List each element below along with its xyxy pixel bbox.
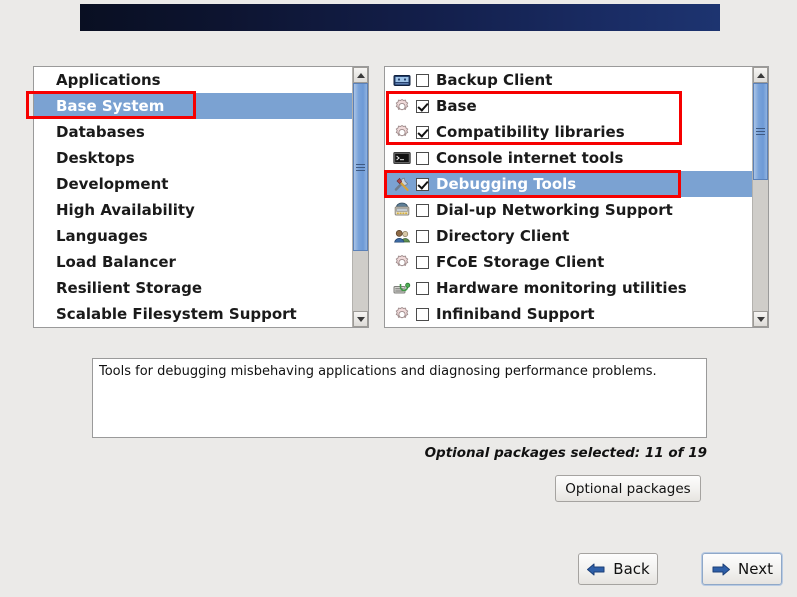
- package-list-item-label: Backup Client: [436, 71, 553, 89]
- terminal-icon: [393, 150, 411, 167]
- package-list-item[interactable]: Backup Client: [385, 67, 752, 93]
- scroll-up-arrow-icon[interactable]: [353, 67, 368, 83]
- package-list-item-label: Infiniband Support: [436, 305, 595, 323]
- package-environment-list[interactable]: Backup Client Base Compatibility librari…: [385, 67, 752, 327]
- optional-packages-count: Optional packages selected: 11 of 19: [424, 445, 707, 461]
- group-scroll-track[interactable]: [353, 83, 368, 311]
- group-list-item-label: Databases: [56, 123, 145, 141]
- package-list-item-label: Hardware monitoring utilities: [436, 279, 687, 297]
- group-list-item-label: Resilient Storage: [56, 279, 203, 297]
- gear-icon: [393, 306, 411, 323]
- package-list-scrollbar[interactable]: [752, 67, 768, 327]
- package-group-list-panel: Applications Base System Databases Desktops…: [33, 66, 369, 328]
- package-checkbox[interactable]: [416, 177, 429, 191]
- scroll-down-arrow-icon[interactable]: [753, 311, 768, 327]
- group-list-item[interactable]: Desktops: [34, 145, 352, 171]
- package-list-item[interactable]: Directory Client: [385, 223, 752, 249]
- package-scroll-track[interactable]: [753, 83, 768, 311]
- group-list-item-label: Development: [56, 175, 169, 193]
- package-list-item-label: Compatibility libraries: [436, 123, 625, 141]
- package-list-item-label: Directory Client: [436, 227, 570, 245]
- package-checkbox[interactable]: [416, 99, 429, 113]
- stethoscope-server-icon: [393, 280, 411, 297]
- package-checkbox[interactable]: [416, 203, 429, 217]
- gear-icon: [393, 98, 411, 115]
- package-description-box: Tools for debugging misbehaving applicat…: [92, 358, 707, 438]
- package-checkbox[interactable]: [416, 125, 429, 139]
- package-checkbox[interactable]: [416, 229, 429, 243]
- package-list-item-label: Dial-up Networking Support: [436, 201, 673, 219]
- package-checkbox[interactable]: [416, 151, 429, 165]
- group-list-item[interactable]: Development: [34, 171, 352, 197]
- group-list-item[interactable]: Languages: [34, 223, 352, 249]
- group-list-item[interactable]: High Availability: [34, 197, 352, 223]
- users-icon: [393, 228, 411, 245]
- group-list-item[interactable]: Applications: [34, 67, 352, 93]
- package-list-item[interactable]: Debugging Tools: [385, 171, 752, 197]
- back-button-label: Back: [613, 560, 650, 578]
- group-list-item[interactable]: Load Balancer: [34, 249, 352, 275]
- package-description-text: Tools for debugging misbehaving applicat…: [99, 364, 657, 379]
- package-list-item[interactable]: Dial-up Networking Support: [385, 197, 752, 223]
- group-list-item[interactable]: Databases: [34, 119, 352, 145]
- group-list-item-label: Scalable Filesystem Support: [56, 305, 297, 323]
- package-list-item[interactable]: Hardware monitoring utilities: [385, 275, 752, 301]
- package-list-item[interactable]: Compatibility libraries: [385, 119, 752, 145]
- next-button-label: Next: [738, 560, 773, 578]
- arrow-right-icon: [712, 563, 731, 575]
- group-list-scrollbar[interactable]: [352, 67, 368, 327]
- group-list-item-label: Applications: [56, 71, 161, 89]
- group-list-item-label: Languages: [56, 227, 148, 245]
- group-list-item-label: Base System: [56, 97, 165, 115]
- scroll-grip-icon: [756, 126, 765, 137]
- package-scroll-thumb[interactable]: [753, 83, 768, 180]
- package-checkbox[interactable]: [416, 281, 429, 295]
- group-list-item[interactable]: Scalable Filesystem Support: [34, 301, 352, 327]
- package-list-item-label: Base: [436, 97, 477, 115]
- scroll-up-arrow-icon[interactable]: [753, 67, 768, 83]
- group-list-item-label: Desktops: [56, 149, 135, 167]
- arrow-left-icon: [587, 563, 605, 575]
- group-scroll-thumb[interactable]: [353, 83, 368, 251]
- scroll-grip-icon: [356, 162, 365, 173]
- scroll-down-arrow-icon[interactable]: [353, 311, 368, 327]
- installer-window: Applications Base System Databases Desktops…: [0, 0, 797, 597]
- optional-packages-button[interactable]: Optional packages: [555, 475, 701, 502]
- wrench-screwdriver-icon: [393, 176, 411, 193]
- package-environment-list-panel: Backup Client Base Compatibility librari…: [384, 66, 769, 328]
- package-list-item[interactable]: Infiniband Support: [385, 301, 752, 327]
- package-list-item[interactable]: Base: [385, 93, 752, 119]
- package-list-item-label: Console internet tools: [436, 149, 624, 167]
- telephone-icon: [393, 202, 411, 219]
- package-list-item[interactable]: Console internet tools: [385, 145, 752, 171]
- installer-header-banner: [80, 4, 720, 31]
- server-box-icon: [393, 72, 411, 89]
- group-list-item[interactable]: Base System: [34, 93, 352, 119]
- back-button[interactable]: Back: [578, 553, 658, 585]
- package-checkbox[interactable]: [416, 73, 429, 87]
- next-button[interactable]: Next: [702, 553, 782, 585]
- package-list-item-label: FCoE Storage Client: [436, 253, 605, 271]
- package-list-item-label: Debugging Tools: [436, 175, 577, 193]
- gear-icon: [393, 124, 411, 141]
- package-checkbox[interactable]: [416, 255, 429, 269]
- package-checkbox[interactable]: [416, 307, 429, 321]
- package-list-item[interactable]: FCoE Storage Client: [385, 249, 752, 275]
- gear-icon: [393, 254, 411, 271]
- group-list-item-label: High Availability: [56, 201, 195, 219]
- package-group-list[interactable]: Applications Base System Databases Desktops…: [34, 67, 352, 327]
- group-list-item[interactable]: Resilient Storage: [34, 275, 352, 301]
- group-list-item-label: Load Balancer: [56, 253, 176, 271]
